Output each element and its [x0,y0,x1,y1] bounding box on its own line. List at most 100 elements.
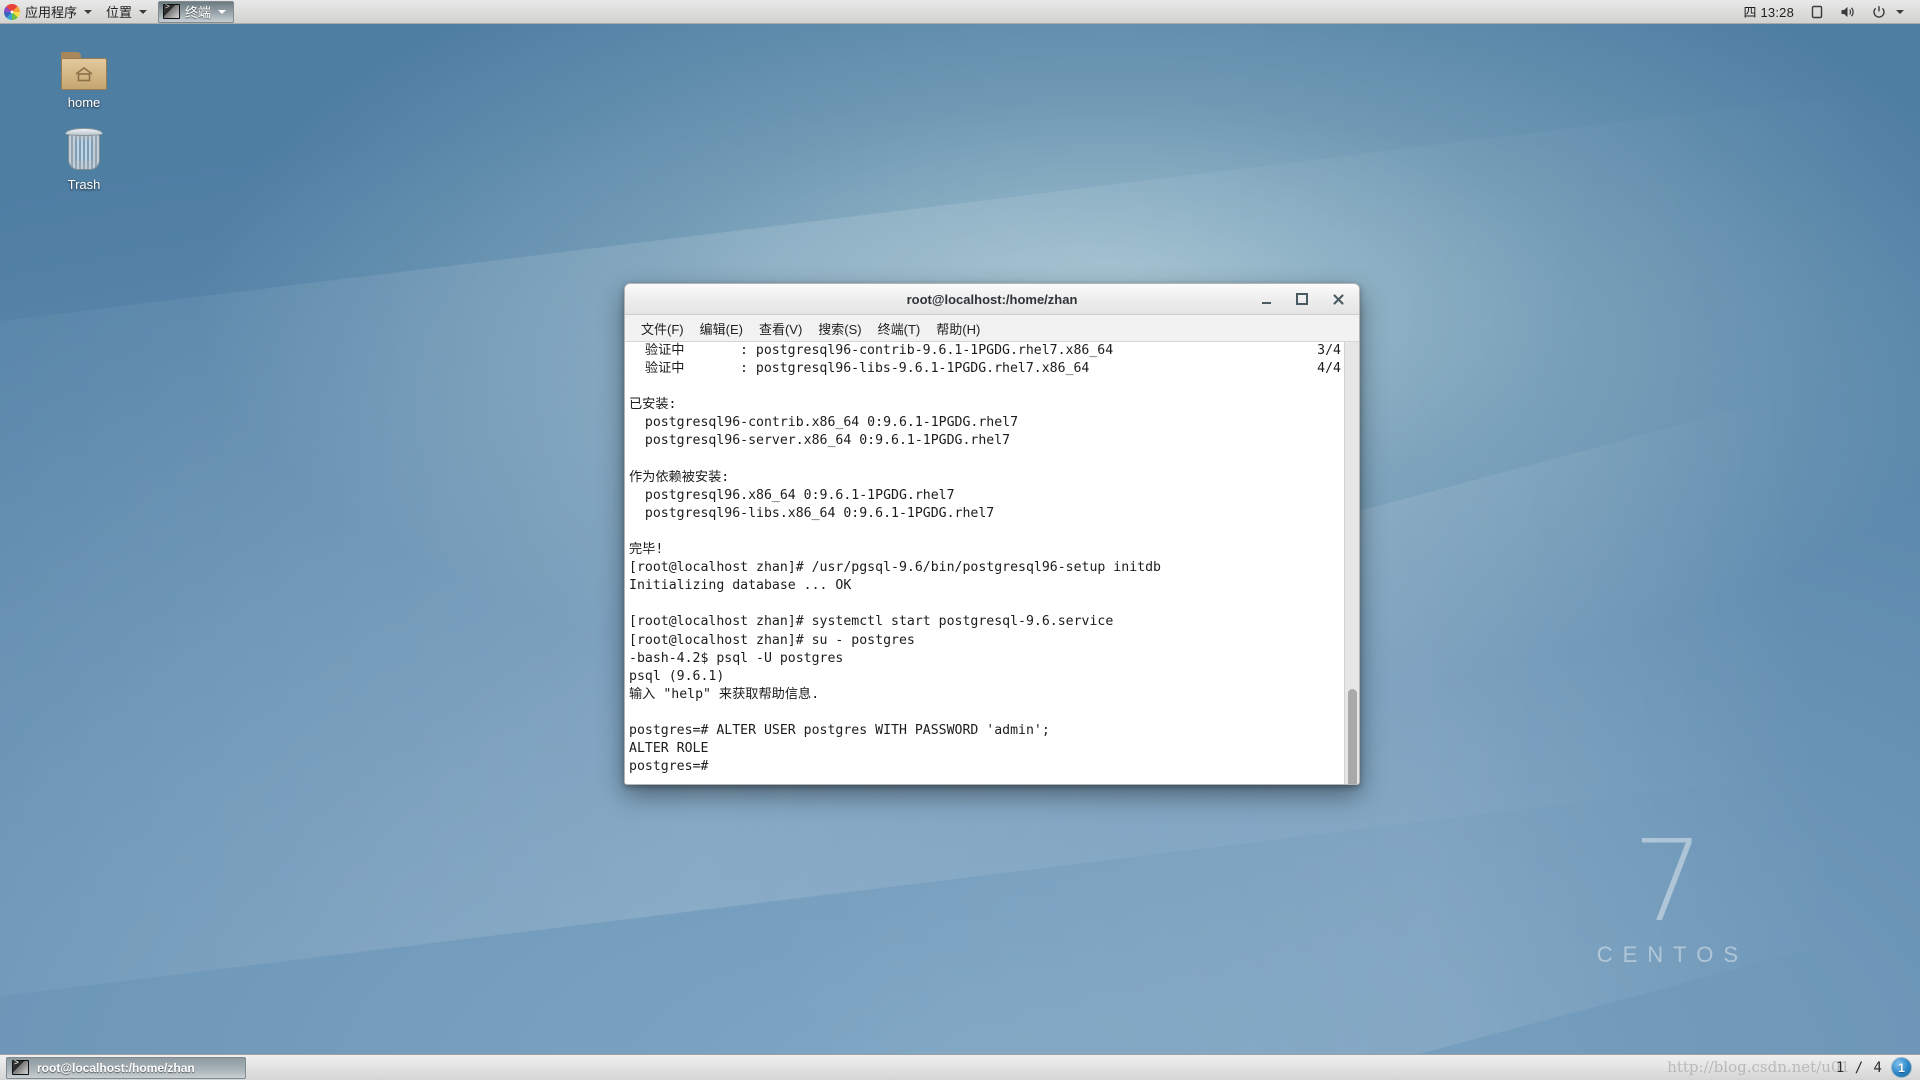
panel-window-button-terminal[interactable]: 终端 [158,0,235,23]
watermark-text: http://blog.csdn.net/u01 [1667,1058,1850,1076]
menu-item-view[interactable]: 查看(V) [751,316,810,341]
terminal-line: postgres=# ALTER USER postgres WITH PASS… [629,722,1341,740]
panel-status-area[interactable]: 四 13:28 [1735,0,1920,24]
terminal-line: postgresql96.x86_64 0:9.6.1-1PGDG.rhel7 [629,487,1341,505]
menu-item-search[interactable]: 搜索(S) [810,316,869,341]
terminal-line-text: [root@localhost zhan]# systemctl start p… [629,614,1114,630]
terminal-line: ALTER ROLE [629,740,1341,758]
terminal-line: [root@localhost zhan]# su - postgres [629,632,1341,650]
workspace-count-label: 1 / 4 [1835,1059,1883,1076]
terminal-line: 3/4 验证中 : postgresql96-contrib-9.6.1-1PG… [629,342,1341,360]
terminal-line-text [629,379,637,394]
terminal-line: 完毕! [629,541,1341,559]
chevron-down-icon [139,9,148,14]
terminal-icon [163,3,181,19]
terminal-line-text [629,452,637,467]
terminal-titlebar[interactable]: root@localhost:/home/zhan [625,284,1359,315]
desktop-icon-trash[interactable]: Trash [42,124,126,192]
terminal-line-text: postgres=# [629,759,709,775]
terminal-line: [root@localhost zhan]# systemctl start p… [629,613,1341,631]
terminal-line-text: postgresql96-libs.x86_64 0:9.6.1-1PGDG.r… [629,505,995,521]
display-icon [1811,5,1823,18]
desktop[interactable]: home Trash 7 CENTOS root@localhost:/home… [0,0,1920,1080]
desktop-icon-label: home [67,95,101,110]
terminal-line: Initializing database ... OK [629,577,1341,595]
window-controls[interactable] [1259,292,1359,306]
places-menu[interactable]: 位置 [99,0,154,24]
window-title: root@localhost:/home/zhan [906,291,1078,307]
terminal-line: psql (9.6.1) [629,668,1341,686]
terminal-scrollbar-thumb[interactable] [1348,689,1357,784]
terminal-line-text: -bash-4.2$ psql -U postgres [629,650,844,666]
terminal-scrollbar[interactable] [1344,342,1359,784]
terminal-line-text [629,596,637,611]
terminal-line: postgresql96-libs.x86_64 0:9.6.1-1PGDG.r… [629,505,1341,523]
top-panel[interactable]: 应用程序 位置 终端 四 13:28 [0,0,1920,24]
terminal-line [629,451,1341,469]
workspace-current-badge[interactable]: 1 [1891,1057,1912,1078]
power-icon [1873,5,1885,18]
volume-icon [1841,6,1854,17]
terminal-line-text: psql (9.6.1) [629,668,725,684]
gnome-logo-icon [4,3,20,20]
terminal-line-counter: 3/4 [1317,343,1341,358]
menu-item-edit[interactable]: 编辑(E) [692,316,751,341]
menu-item-terminal[interactable]: 终端(T) [870,316,929,341]
house-glyph-icon [75,67,93,82]
terminal-line-text: 作为依赖被安装: [629,469,730,485]
terminal-line [629,523,1341,541]
power-menu-button[interactable] [1864,0,1912,24]
terminal-window[interactable]: root@localhost:/home/zhan 文件(F) 编辑(E) 查看… [624,283,1360,785]
terminal-line-text: 输入 "help" 来获取帮助信息. [629,686,820,702]
display-button[interactable] [1802,0,1832,24]
terminal-line [629,378,1341,396]
terminal-line-text: [root@localhost zhan]# /usr/pgsql-9.6/bi… [629,560,1161,576]
chevron-down-icon [1896,9,1904,14]
clock-label: 四 13:28 [1743,5,1794,20]
terminal-line: 作为依赖被安装: [629,469,1341,487]
terminal-line-text: 完毕! [629,542,664,558]
terminal-line-counter: 4/4 [1317,361,1341,377]
centos-version-number: 7 [1632,817,1704,947]
maximize-button[interactable] [1295,292,1309,306]
applications-menu[interactable]: 应用程序 [0,0,99,24]
close-button[interactable] [1331,292,1345,306]
chevron-down-icon [84,9,93,14]
terminal-icon [12,1059,29,1075]
desktop-icon-home[interactable]: home [42,42,126,110]
centos-wordmark: CENTOS [1596,942,1748,967]
terminal-output: 3/4 验证中 : postgresql96-contrib-9.6.1-1PG… [629,342,1341,776]
taskbar-item-terminal[interactable]: root@localhost:/home/zhan [6,1056,246,1079]
terminal-line: postgres=# [629,758,1341,776]
terminal-line-text: 已安装: [629,397,677,413]
menu-item-file[interactable]: 文件(F) [633,316,692,341]
applications-menu-label: 应用程序 [25,5,78,20]
workspace-switcher[interactable]: http://blog.csdn.net/u01 1 / 4 1 [1667,1057,1920,1078]
terminal-line: postgresql96-contrib.x86_64 0:9.6.1-1PGD… [629,414,1341,432]
close-icon [1332,293,1344,305]
panel-window-button-label: 终端 [185,5,212,20]
terminal-line-text: postgres=# ALTER USER postgres WITH PASS… [629,722,1050,738]
terminal-line-text: 验证中 : postgresql96-libs-9.6.1-1PGDG.rhel… [629,361,1090,377]
terminal-body[interactable]: 3/4 验证中 : postgresql96-contrib-9.6.1-1PG… [625,342,1359,784]
menu-item-help[interactable]: 帮助(H) [928,316,988,341]
terminal-line-text: 验证中 : postgresql96-contrib-9.6.1-1PGDG.r… [629,343,1114,358]
terminal-line-text: postgresql96.x86_64 0:9.6.1-1PGDG.rhel7 [629,487,955,503]
terminal-line: 已安装: [629,396,1341,414]
terminal-menubar[interactable]: 文件(F) 编辑(E) 查看(V) 搜索(S) 终端(T) 帮助(H) [625,315,1359,342]
terminal-line-text [629,524,637,539]
terminal-line: -bash-4.2$ psql -U postgres [629,650,1341,668]
terminal-line-text [629,705,637,720]
home-folder-icon [42,42,126,90]
terminal-line-text: [root@localhost zhan]# su - postgres [629,632,915,648]
places-menu-label: 位置 [106,5,133,20]
terminal-line-text: postgresql96-contrib.x86_64 0:9.6.1-1PGD… [629,415,1019,431]
terminal-line: postgresql96-server.x86_64 0:9.6.1-1PGDG… [629,432,1341,450]
bottom-panel[interactable]: root@localhost:/home/zhan http://blog.cs… [0,1054,1920,1080]
clock-button[interactable]: 四 13:28 [1735,0,1802,24]
volume-button[interactable] [1832,0,1864,24]
minimize-button[interactable] [1259,292,1273,306]
terminal-line: 输入 "help" 来获取帮助信息. [629,686,1341,704]
terminal-line: [root@localhost zhan]# /usr/pgsql-9.6/bi… [629,559,1341,577]
desktop-icon-label: Trash [67,177,101,192]
